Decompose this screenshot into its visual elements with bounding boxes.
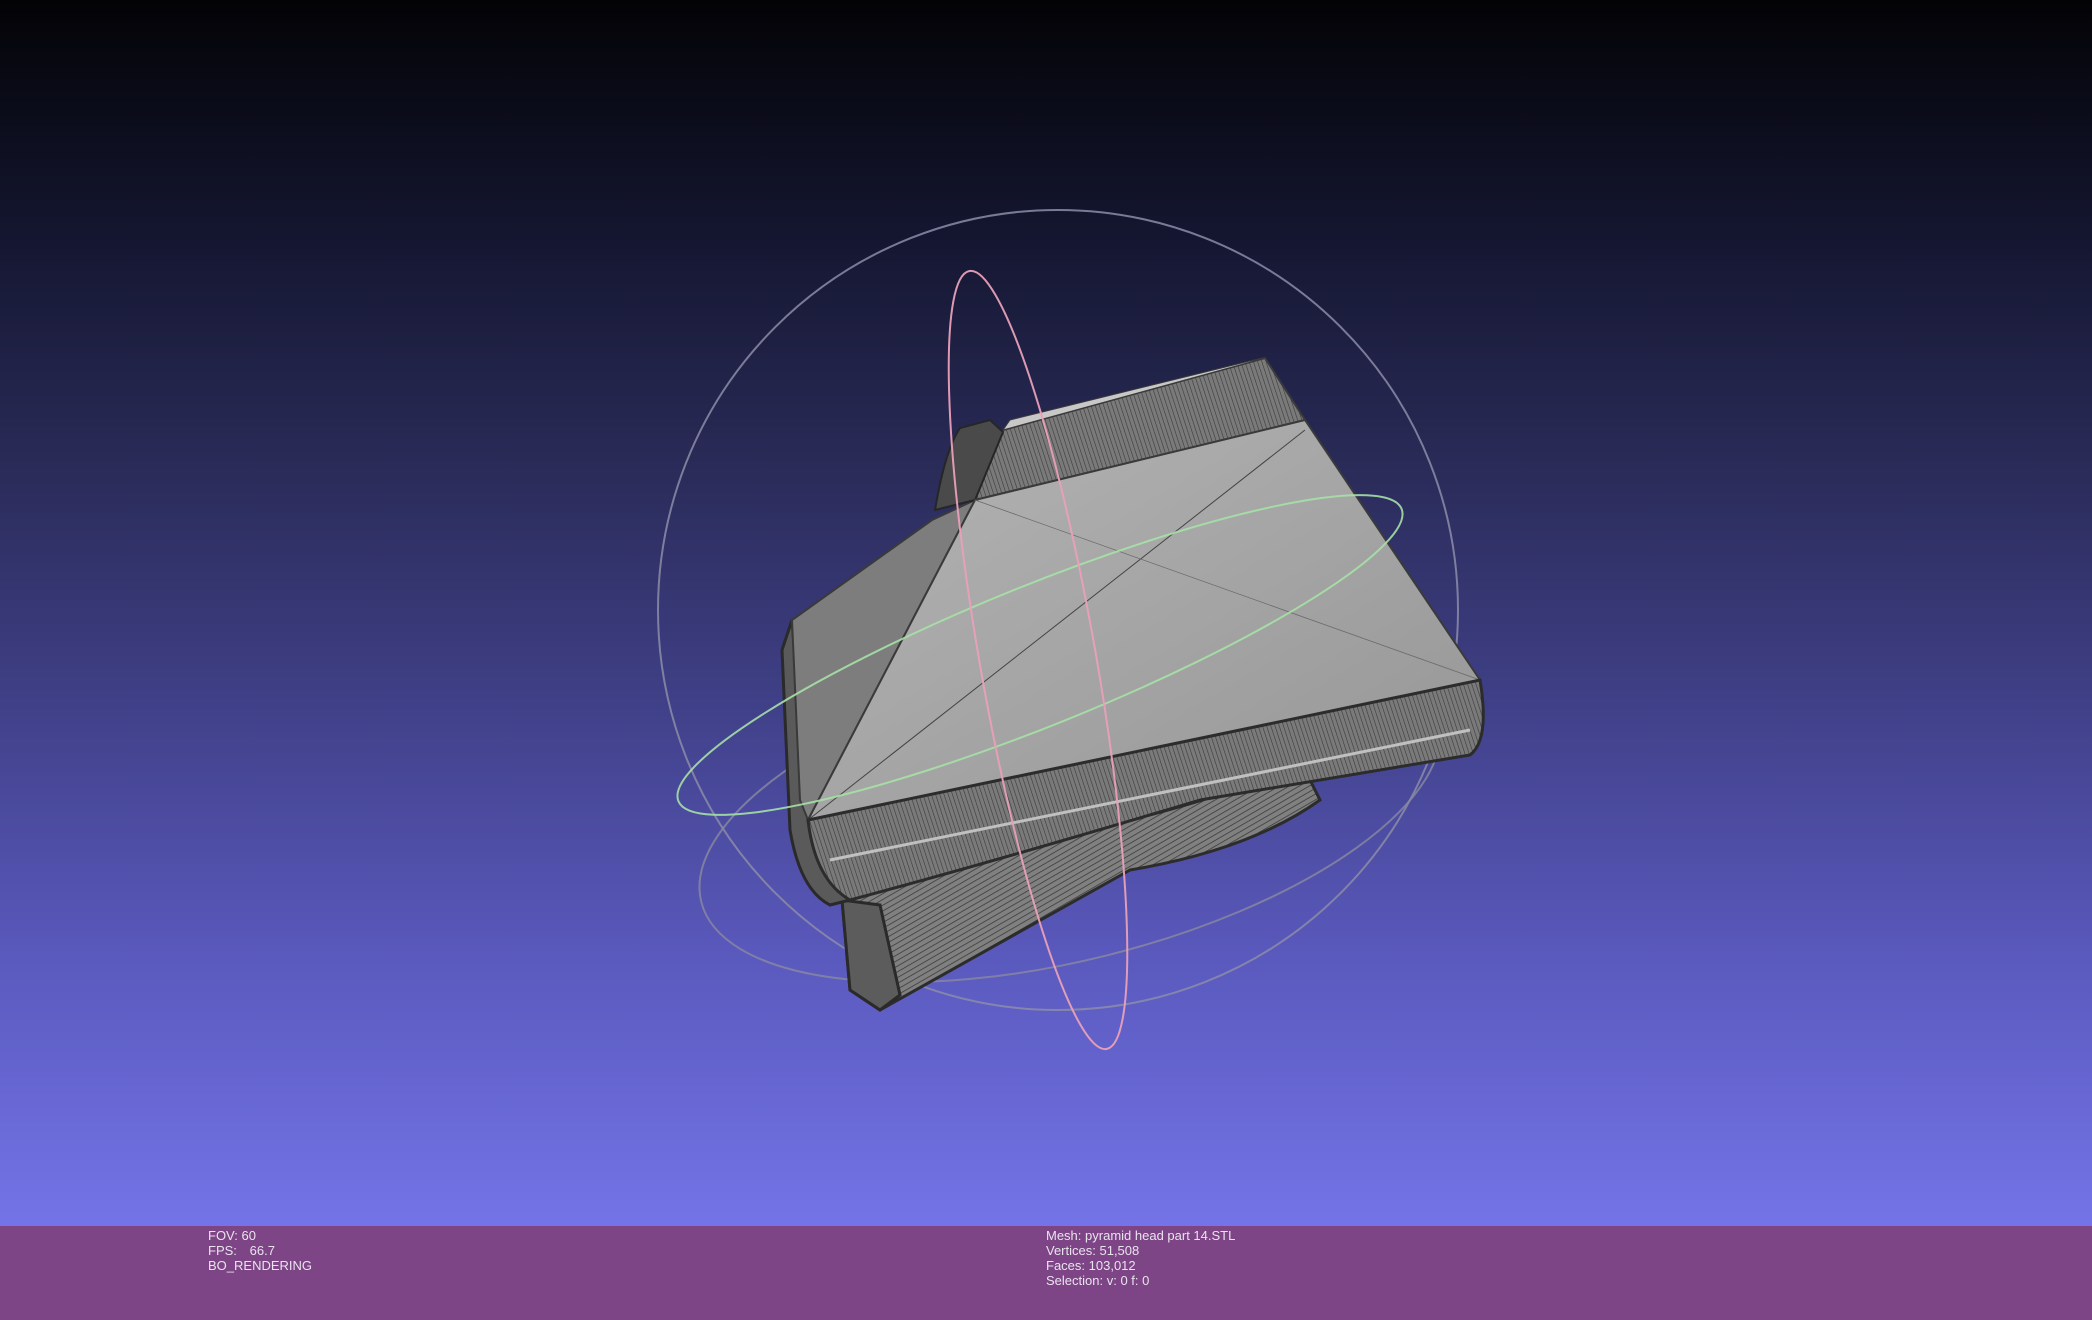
mesh-label: Mesh: (1046, 1228, 1082, 1243)
faces-readout: Faces: 103,012 (1046, 1258, 1235, 1273)
scene-canvas[interactable] (0, 0, 2092, 1226)
vertices-value: 51,508 (1099, 1243, 1140, 1258)
fps-readout: FPS: 66.7 (208, 1243, 312, 1258)
mesh-readout: Mesh: pyramid head part 14.STL (1046, 1228, 1235, 1243)
selection-label: Selection: (1046, 1273, 1104, 1288)
faces-label: Faces: (1046, 1258, 1086, 1273)
mesh-info: Mesh: pyramid head part 14.STL Vertices:… (1046, 1228, 1235, 1288)
mesh-name: pyramid head part 14.STL (1085, 1228, 1236, 1243)
fov-label: FOV: (208, 1228, 238, 1243)
faces-value: 103,012 (1088, 1258, 1136, 1273)
vertices-readout: Vertices: 51,508 (1046, 1243, 1235, 1258)
status-bar: FOV: 60 FPS: 66.7 BO_RENDERING Mesh: pyr… (0, 1226, 2092, 1320)
fps-value: 66.7 (249, 1243, 275, 1258)
vertices-label: Vertices: (1046, 1243, 1096, 1258)
view-info: FOV: 60 FPS: 66.7 BO_RENDERING (208, 1228, 312, 1273)
selection-readout: Selection: v: 0 f: 0 (1046, 1273, 1235, 1288)
3d-viewport[interactable] (0, 0, 2092, 1226)
fov-readout: FOV: 60 (208, 1228, 312, 1243)
fov-value: 60 (241, 1228, 256, 1243)
fps-label: FPS: (208, 1243, 237, 1258)
selection-value: v: 0 f: 0 (1106, 1273, 1150, 1288)
render-mode: BO_RENDERING (208, 1258, 313, 1273)
